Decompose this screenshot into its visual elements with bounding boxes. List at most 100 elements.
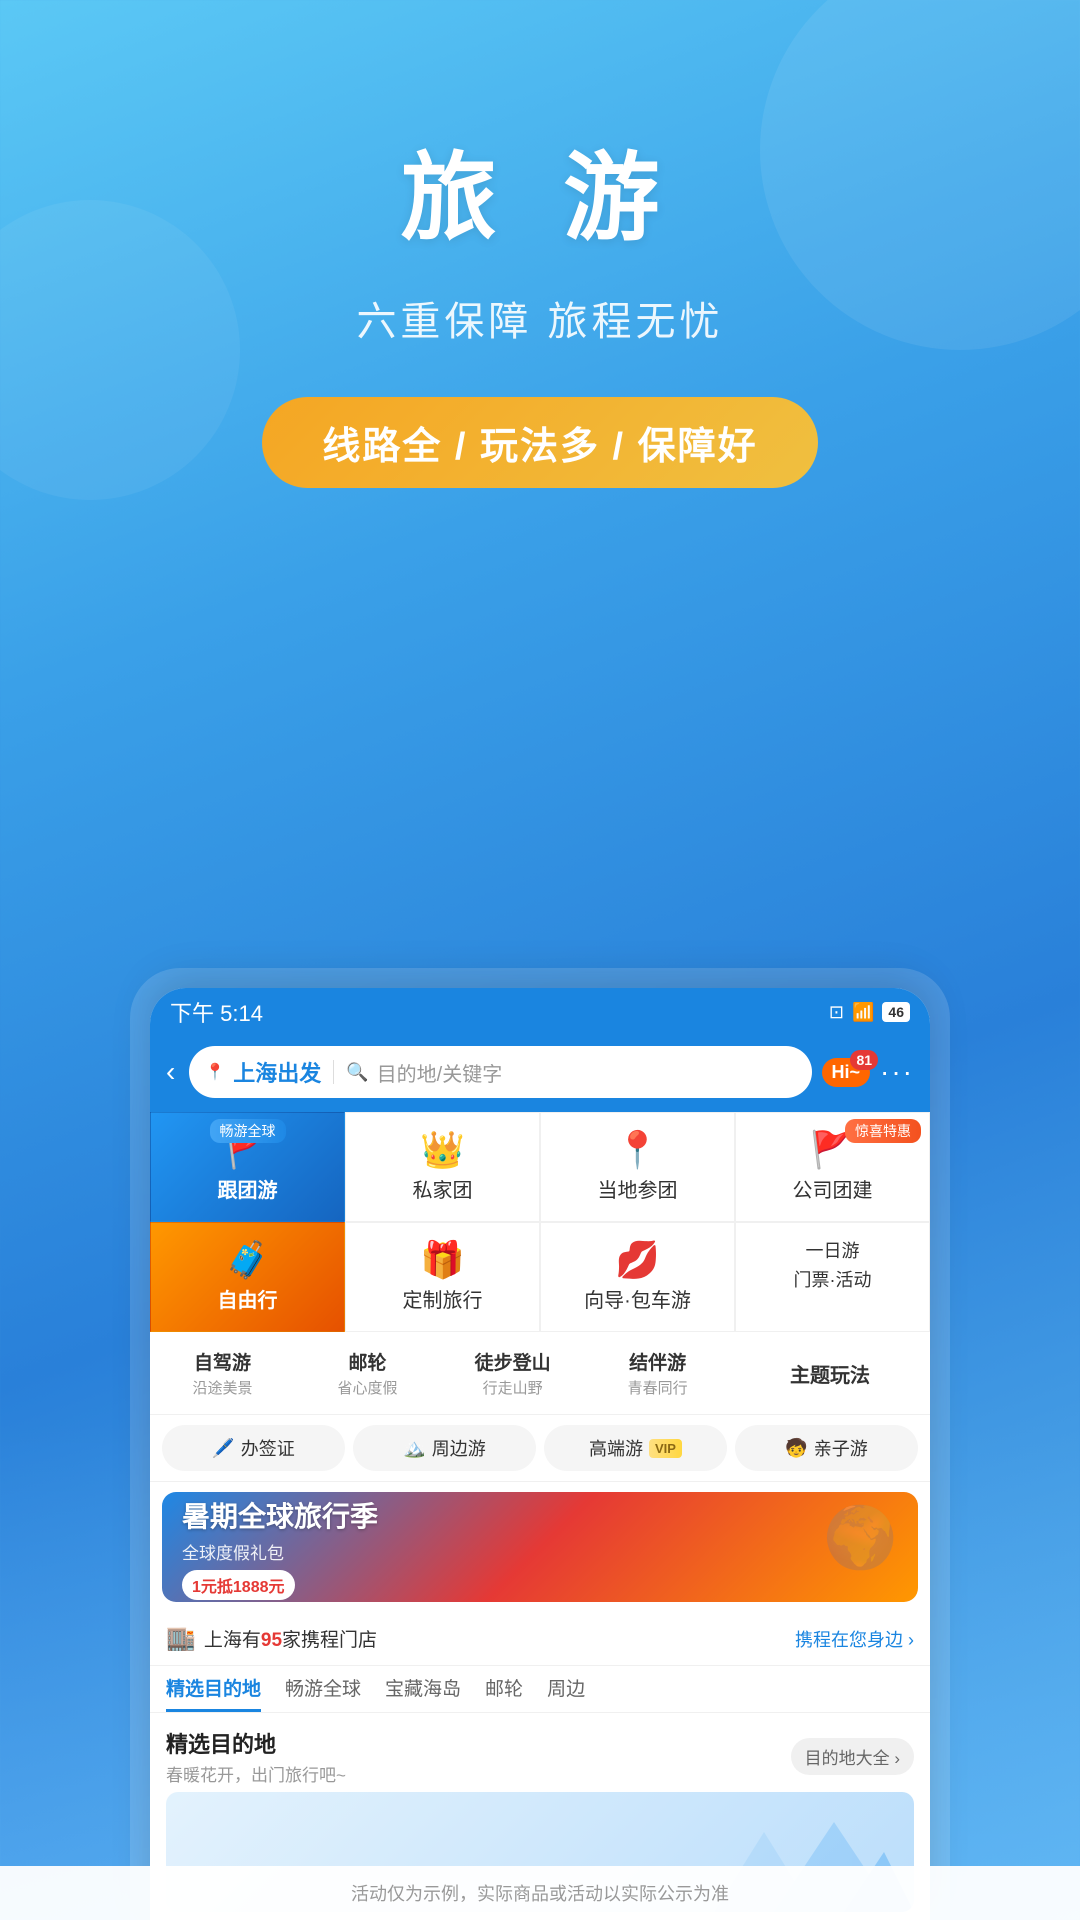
row-item-companion[interactable]: 结伴游 青春同行 bbox=[585, 1340, 730, 1406]
hero-title: 旅 游 bbox=[0, 120, 1080, 259]
more-options-button[interactable]: ··· bbox=[880, 1056, 914, 1088]
status-icons: ⊡ 📶 46 bbox=[829, 1002, 910, 1023]
local-tour-label: 当地参团 bbox=[598, 1174, 678, 1203]
cruise-label: 邮轮 bbox=[349, 1348, 387, 1375]
status-bar: 下午 5:14 ⊡ 📶 46 bbox=[150, 988, 930, 1036]
category-grid-row2: 🧳 自由行 🎁 定制旅行 💋 向导·包车游 一日游 门票·活动 bbox=[150, 1222, 930, 1332]
ticket-label: 门票·活动 bbox=[794, 1266, 872, 1295]
visa-label: 办签证 bbox=[241, 1435, 295, 1461]
free-trip-icon: 🧳 bbox=[225, 1242, 270, 1278]
free-trip-label: 自由行 bbox=[218, 1284, 278, 1313]
banner-discount: 1元抵1888元 bbox=[182, 1570, 295, 1600]
tag-nearby[interactable]: 🏔️ 周边游 bbox=[353, 1425, 536, 1471]
store-text: 上海有95家携程门店 bbox=[204, 1625, 377, 1652]
category-group-tour[interactable]: 畅游全球 🚩 跟团游 bbox=[150, 1112, 345, 1222]
wifi-icon: 📶 bbox=[852, 1002, 874, 1023]
theme-label: 主题玩法 bbox=[790, 1359, 870, 1388]
phone-container: 下午 5:14 ⊡ 📶 46 ‹ 📍 上海出发 🔍 目的地/关键字 Hi~ 81 bbox=[130, 968, 950, 1920]
disclaimer-text: 活动仅为示例，实际商品或活动以实际公示为准 bbox=[0, 1866, 1080, 1920]
category-daytrip[interactable]: 一日游 门票·活动 bbox=[735, 1222, 930, 1332]
location-pin-icon: 📍 bbox=[205, 1062, 225, 1082]
phone-inner: 下午 5:14 ⊡ 📶 46 ‹ 📍 上海出发 🔍 目的地/关键字 Hi~ 81 bbox=[150, 988, 930, 1920]
notification-badge: 81 bbox=[850, 1050, 878, 1070]
banner-text-area: 暑期全球旅行季 全球度假礼包 1元抵1888元 bbox=[182, 1495, 378, 1600]
vip-badge: VIP bbox=[649, 1439, 682, 1458]
guide-car-label: 向导·包车游 bbox=[584, 1284, 691, 1313]
store-count: 95 bbox=[261, 1630, 282, 1651]
dest-header-text: 精选目的地 春暖花开，出门旅行吧~ bbox=[166, 1727, 346, 1786]
search-bar[interactable]: 📍 上海出发 🔍 目的地/关键字 bbox=[189, 1046, 811, 1098]
tag-row-section: 🖊️ 办签证 🏔️ 周边游 高端游 VIP 🧒 亲子游 bbox=[150, 1415, 930, 1482]
hiking-sub: 行走山野 bbox=[483, 1377, 543, 1398]
nav-actions: Hi~ 81 ··· bbox=[822, 1056, 915, 1088]
store-link[interactable]: 携程在您身边 › bbox=[795, 1626, 914, 1652]
dest-all-button[interactable]: 目的地大全 › bbox=[791, 1738, 914, 1775]
promo-banner[interactable]: 暑期全球旅行季 全球度假礼包 1元抵1888元 🌍 bbox=[162, 1492, 918, 1602]
visa-icon: 🖊️ bbox=[212, 1438, 234, 1459]
category-free-trip[interactable]: 🧳 自由行 bbox=[150, 1222, 345, 1332]
nearby-icon: 🏔️ bbox=[403, 1438, 425, 1459]
tag-luxury[interactable]: 高端游 VIP bbox=[544, 1425, 727, 1471]
row-item-cruise[interactable]: 邮轮 省心度假 bbox=[295, 1340, 440, 1406]
store-icon: 🏬 bbox=[166, 1624, 196, 1653]
private-tour-label: 私家团 bbox=[413, 1174, 473, 1203]
local-tour-icon: 📍 bbox=[615, 1132, 660, 1168]
store-left: 🏬 上海有95家携程门店 bbox=[166, 1624, 377, 1653]
self-drive-sub: 沿途美景 bbox=[193, 1377, 253, 1398]
hiking-label: 徒步登山 bbox=[475, 1348, 551, 1375]
nav-bar: ‹ 📍 上海出发 🔍 目的地/关键字 Hi~ 81 ··· bbox=[150, 1036, 930, 1112]
companion-label: 结伴游 bbox=[629, 1348, 686, 1375]
hi-button[interactable]: Hi~ 81 bbox=[822, 1058, 871, 1087]
tag-visa[interactable]: 🖊️ 办签证 bbox=[162, 1425, 345, 1471]
category-corporate[interactable]: 惊喜特惠 🚩 公司团建 bbox=[735, 1112, 930, 1222]
family-icon: 🧒 bbox=[785, 1438, 807, 1459]
daytrip-label: 一日游 bbox=[806, 1237, 860, 1266]
hero-badge[interactable]: 线路全 / 玩法多 / 保障好 bbox=[262, 397, 817, 488]
category-private-tour[interactable]: 👑 私家团 bbox=[345, 1112, 540, 1222]
dest-subtitle: 春暖花开，出门旅行吧~ bbox=[166, 1761, 346, 1786]
custom-trip-label: 定制旅行 bbox=[403, 1284, 483, 1313]
row-items-section: 自驾游 沿途美景 邮轮 省心度假 徒步登山 行走山野 结伴游 青春同行 主题玩法 bbox=[150, 1332, 930, 1415]
tab-nearby[interactable]: 周边 bbox=[547, 1674, 585, 1712]
nearby-label: 周边游 bbox=[432, 1435, 486, 1461]
private-tour-icon: 👑 bbox=[420, 1132, 465, 1168]
hero-section: 旅 游 六重保障 旅程无忧 线路全 / 玩法多 / 保障好 bbox=[0, 0, 1080, 548]
departure-location[interactable]: 上海出发 bbox=[233, 1056, 321, 1088]
tab-selected-dest[interactable]: 精选目的地 bbox=[166, 1674, 261, 1712]
tab-treasure-island[interactable]: 宝藏海岛 bbox=[385, 1674, 461, 1712]
banner-subtitle: 全球度假礼包 bbox=[182, 1539, 378, 1564]
dest-title: 精选目的地 bbox=[166, 1727, 346, 1759]
banner-bg-decoration: 🌍 bbox=[823, 1502, 898, 1573]
tab-cruise[interactable]: 邮轮 bbox=[485, 1674, 523, 1712]
tabs-row: 精选目的地 畅游全球 宝藏海岛 邮轮 周边 bbox=[150, 1666, 930, 1713]
category-grid-row1: 畅游全球 🚩 跟团游 👑 私家团 📍 当地参团 惊喜特惠 🚩 公司团建 bbox=[150, 1112, 930, 1222]
category-custom-trip[interactable]: 🎁 定制旅行 bbox=[345, 1222, 540, 1332]
guide-car-icon: 💋 bbox=[615, 1242, 660, 1278]
self-drive-label: 自驾游 bbox=[194, 1348, 251, 1375]
cruise-sub: 省心度假 bbox=[338, 1377, 398, 1398]
store-info-section: 🏬 上海有95家携程门店 携程在您身边 › bbox=[150, 1612, 930, 1666]
battery-level: 46 bbox=[882, 1002, 910, 1022]
luxury-label: 高端游 bbox=[589, 1435, 643, 1461]
category-local-tour[interactable]: 📍 当地参团 bbox=[540, 1112, 735, 1222]
corporate-label: 公司团建 bbox=[793, 1174, 873, 1203]
row-item-self-drive[interactable]: 自驾游 沿途美景 bbox=[150, 1340, 295, 1406]
row-item-hiking[interactable]: 徒步登山 行走山野 bbox=[440, 1340, 585, 1406]
companion-sub: 青春同行 bbox=[628, 1377, 688, 1398]
tab-free-tour[interactable]: 畅游全球 bbox=[285, 1674, 361, 1712]
dest-header: 精选目的地 春暖花开，出门旅行吧~ 目的地大全 › bbox=[166, 1727, 914, 1786]
search-input[interactable]: 目的地/关键字 bbox=[377, 1058, 503, 1087]
status-time: 下午 5:14 bbox=[170, 996, 263, 1028]
row-item-theme[interactable]: 主题玩法 bbox=[730, 1340, 930, 1406]
tag-family[interactable]: 🧒 亲子游 bbox=[735, 1425, 918, 1471]
group-tour-label: 跟团游 bbox=[218, 1174, 278, 1203]
banner-title: 暑期全球旅行季 bbox=[182, 1495, 378, 1535]
corporate-badge: 惊喜特惠 bbox=[845, 1119, 921, 1143]
group-tour-badge: 畅游全球 bbox=[210, 1119, 286, 1143]
category-guide-car[interactable]: 💋 向导·包车游 bbox=[540, 1222, 735, 1332]
hero-subtitle: 六重保障 旅程无忧 bbox=[0, 289, 1080, 347]
screen-icon: ⊡ bbox=[829, 1002, 844, 1023]
search-divider bbox=[333, 1060, 334, 1084]
back-button[interactable]: ‹ bbox=[166, 1056, 175, 1088]
custom-trip-icon: 🎁 bbox=[420, 1242, 465, 1278]
